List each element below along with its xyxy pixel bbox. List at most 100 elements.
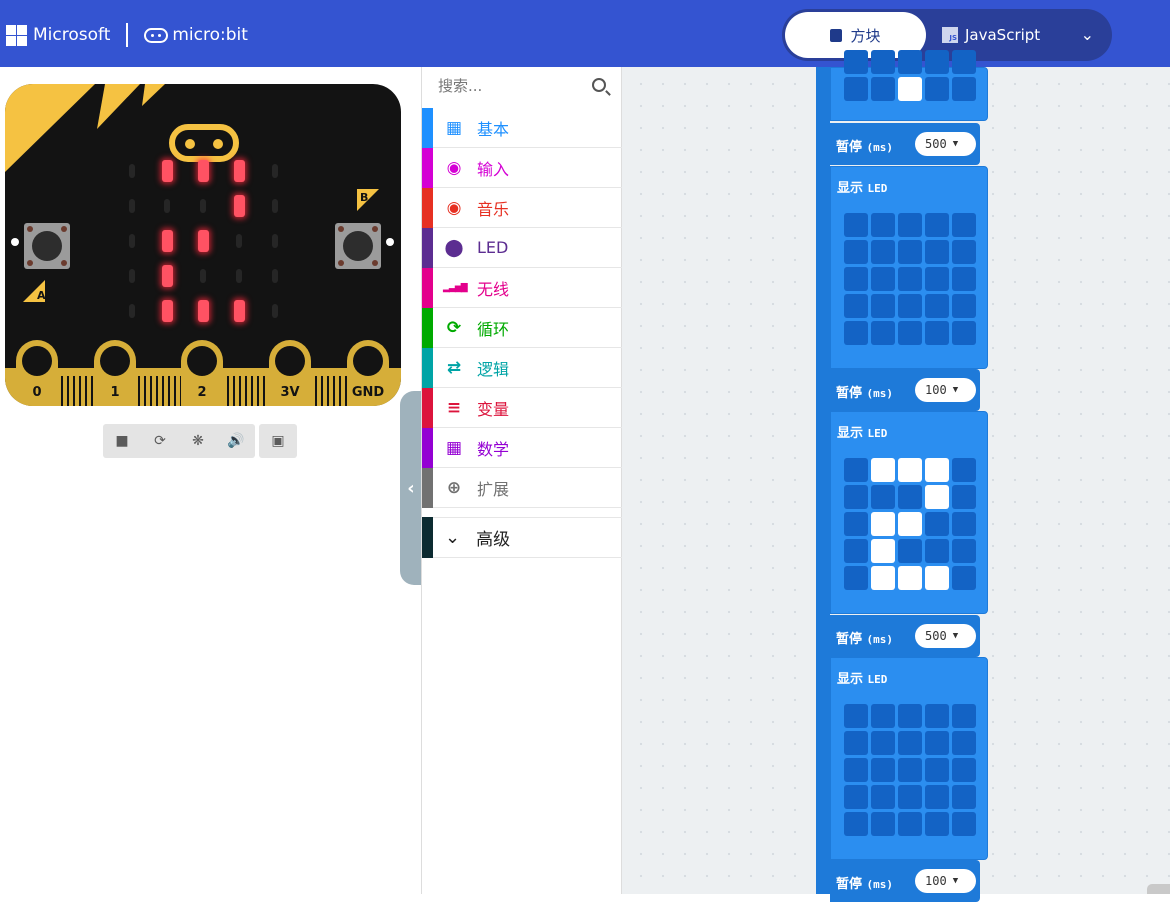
button-a[interactable] xyxy=(24,223,70,269)
fullscreen-icon[interactable]: ▣ xyxy=(259,424,297,458)
search-input[interactable] xyxy=(438,77,588,95)
pin-0[interactable]: 0 xyxy=(16,340,58,406)
led-cell[interactable] xyxy=(952,213,976,237)
led-cell[interactable] xyxy=(844,731,868,755)
show-leds-block[interactable]: 显示 LED xyxy=(830,657,988,860)
led-cell[interactable] xyxy=(925,50,949,74)
led-cell[interactable] xyxy=(952,294,976,318)
led-cell[interactable] xyxy=(844,77,868,101)
led-cell[interactable] xyxy=(844,512,868,536)
pause-block[interactable]: 暂停 (ms) 500 ▼ xyxy=(830,123,980,165)
category-item[interactable]: ≡ 变量 xyxy=(422,387,622,428)
pause-value-dropdown[interactable]: 100 ▼ xyxy=(915,378,976,402)
led-cell[interactable] xyxy=(898,731,922,755)
led-cell[interactable] xyxy=(844,539,868,563)
led-cell[interactable] xyxy=(952,267,976,291)
category-item[interactable]: ▦ 数学 xyxy=(422,427,622,468)
pause-block[interactable]: 暂停 (ms) 500 ▼ xyxy=(830,615,980,657)
pause-block[interactable]: 暂停 (ms) 100 ▼ xyxy=(830,860,980,902)
microbit-logo[interactable]: micro:bit xyxy=(144,25,248,45)
led-cell[interactable] xyxy=(898,458,922,482)
led-cell[interactable] xyxy=(898,213,922,237)
led-cell[interactable] xyxy=(952,704,976,728)
led-cell[interactable] xyxy=(844,321,868,345)
collapse-simulator-button[interactable]: ‹ xyxy=(400,391,422,585)
led-cell[interactable] xyxy=(844,50,868,74)
category-item[interactable]: ⟳ 循环 xyxy=(422,307,622,348)
led-cell[interactable] xyxy=(871,758,895,782)
led-cell[interactable] xyxy=(898,758,922,782)
led-cell[interactable] xyxy=(925,458,949,482)
category-item[interactable]: ⇄ 逻辑 xyxy=(422,347,622,388)
led-cell[interactable] xyxy=(844,758,868,782)
led-cell[interactable] xyxy=(898,785,922,809)
led-cell[interactable] xyxy=(871,294,895,318)
category-item[interactable]: ⊕ 扩展 xyxy=(422,467,622,508)
led-cell[interactable] xyxy=(871,77,895,101)
category-item[interactable]: ◉ 音乐 xyxy=(422,187,622,228)
led-cell[interactable] xyxy=(925,704,949,728)
led-cell[interactable] xyxy=(898,240,922,264)
restart-icon[interactable]: ⟳ xyxy=(141,424,179,458)
show-leds-block[interactable]: 显示 LED xyxy=(830,411,988,614)
pause-value-dropdown[interactable]: 100 ▼ xyxy=(915,869,976,893)
stop-icon[interactable]: ■ xyxy=(103,424,141,458)
led-cell[interactable] xyxy=(925,294,949,318)
led-cell[interactable] xyxy=(844,812,868,836)
led-cell[interactable] xyxy=(871,240,895,264)
led-cell[interactable] xyxy=(871,213,895,237)
show-leds-block-partial[interactable] xyxy=(830,50,988,121)
led-cell[interactable] xyxy=(952,812,976,836)
led-cell[interactable] xyxy=(844,704,868,728)
led-cell[interactable] xyxy=(898,50,922,74)
category-item[interactable]: ◉ 输入 xyxy=(422,147,622,188)
led-cell[interactable] xyxy=(925,758,949,782)
led-cell[interactable] xyxy=(898,321,922,345)
led-cell[interactable] xyxy=(925,539,949,563)
led-cell[interactable] xyxy=(844,485,868,509)
category-item[interactable]: ▦ 基本 xyxy=(422,107,622,148)
pin-1[interactable]: 1 xyxy=(94,340,136,406)
pin-2[interactable]: 2 xyxy=(181,340,223,406)
led-cell[interactable] xyxy=(898,485,922,509)
led-cell[interactable] xyxy=(844,566,868,590)
led-cell[interactable] xyxy=(871,512,895,536)
touch-logo[interactable] xyxy=(169,124,239,162)
led-cell[interactable] xyxy=(898,566,922,590)
led-cell[interactable] xyxy=(898,539,922,563)
led-cell[interactable] xyxy=(925,812,949,836)
led-cell[interactable] xyxy=(898,704,922,728)
led-cell[interactable] xyxy=(952,758,976,782)
led-cell[interactable] xyxy=(871,812,895,836)
led-cell[interactable] xyxy=(925,731,949,755)
led-cell[interactable] xyxy=(925,77,949,101)
category-item[interactable]: ⬤ LED xyxy=(422,227,622,268)
pause-value-dropdown[interactable]: 500 ▼ xyxy=(915,624,976,648)
pin-gnd[interactable]: GND xyxy=(347,340,389,406)
led-cell[interactable] xyxy=(871,731,895,755)
led-cell[interactable] xyxy=(898,294,922,318)
led-cell[interactable] xyxy=(871,539,895,563)
led-cell[interactable] xyxy=(898,267,922,291)
led-cell[interactable] xyxy=(844,294,868,318)
led-cell[interactable] xyxy=(952,566,976,590)
workspace-scrollbar[interactable] xyxy=(1147,884,1170,894)
led-cell[interactable] xyxy=(871,704,895,728)
led-cell[interactable] xyxy=(871,321,895,345)
advanced-category[interactable]: ⌄ 高级 xyxy=(422,517,622,558)
search-icon[interactable] xyxy=(592,78,606,92)
led-cell[interactable] xyxy=(898,77,922,101)
led-cell[interactable] xyxy=(871,50,895,74)
led-cell[interactable] xyxy=(871,566,895,590)
led-cell[interactable] xyxy=(844,267,868,291)
led-cell[interactable] xyxy=(952,539,976,563)
pin-3v[interactable]: 3V xyxy=(269,340,311,406)
led-cell[interactable] xyxy=(925,485,949,509)
led-cell[interactable] xyxy=(844,785,868,809)
led-cell[interactable] xyxy=(925,785,949,809)
pause-block[interactable]: 暂停 (ms) 100 ▼ xyxy=(830,369,980,411)
led-cell[interactable] xyxy=(952,50,976,74)
led-cell[interactable] xyxy=(871,485,895,509)
show-leds-block[interactable]: 显示 LED xyxy=(830,166,988,369)
chevron-down-icon[interactable]: ⌄ xyxy=(1081,25,1094,44)
